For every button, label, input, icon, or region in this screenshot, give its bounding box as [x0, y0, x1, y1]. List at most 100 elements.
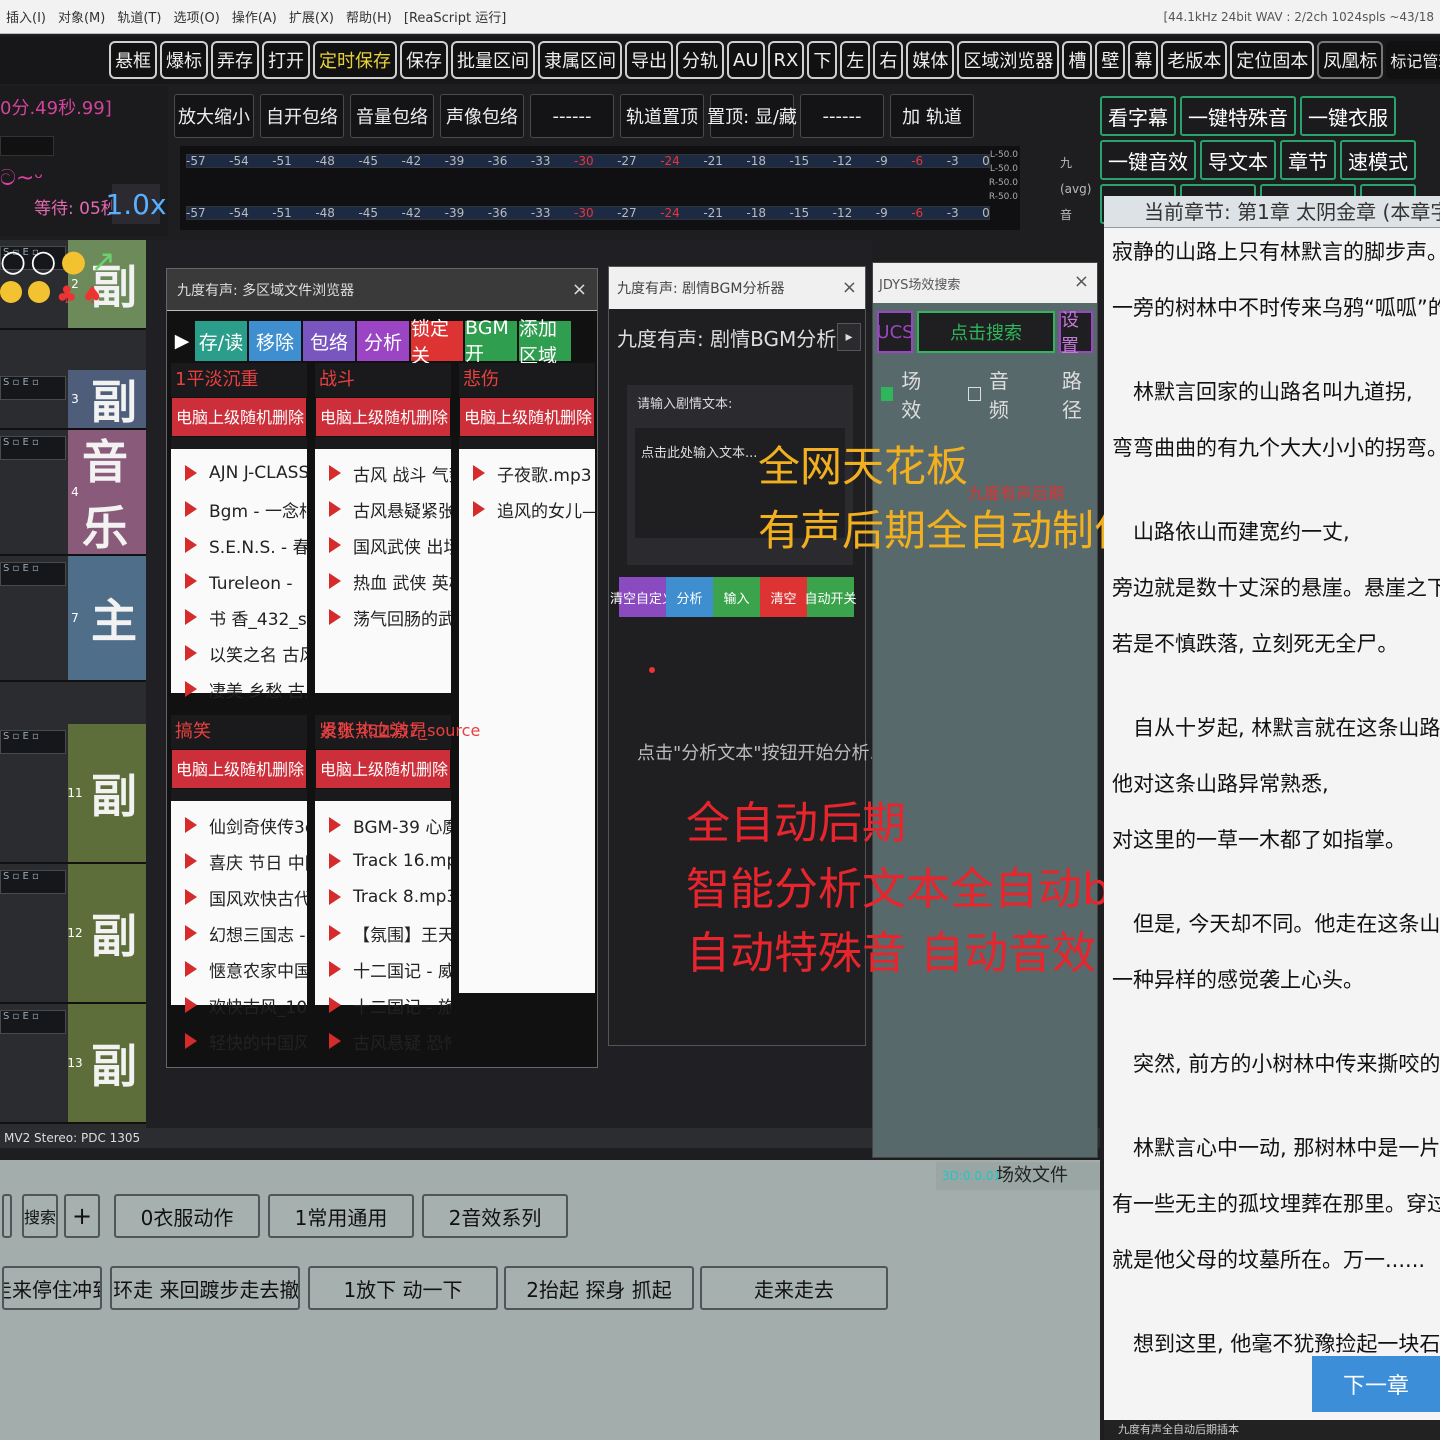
play-icon[interactable]	[329, 925, 341, 941]
sfx-category[interactable]: 0衣服动作	[114, 1194, 260, 1238]
track-controls[interactable]: S ▫ E ▫	[0, 436, 66, 460]
add-button[interactable]: +	[64, 1194, 100, 1238]
file-row[interactable]: 喜庆 节日 中国	[171, 843, 307, 879]
play-icon[interactable]	[185, 501, 197, 517]
column-subheader[interactable]: 电脑上级随机删除	[171, 397, 307, 437]
secondary-button[interactable]: 放大缩小	[174, 94, 254, 138]
sfx-action[interactable]: 1循环走 来回踱步走去撤c...	[110, 1266, 300, 1310]
secondary-button[interactable]: 音量包络	[350, 94, 434, 138]
sfx-action[interactable]: 2抬起 探身 抓起	[504, 1266, 694, 1310]
file-row[interactable]: 古风悬疑 恐怖	[315, 1023, 451, 1059]
play-icon[interactable]	[329, 997, 341, 1013]
settings-button[interactable]: 设置	[1059, 310, 1093, 357]
track[interactable]: S ▫ E ▫ 7 主	[0, 556, 146, 682]
close-icon[interactable]: ×	[572, 279, 587, 300]
file-row[interactable]: 国风武侠 出场	[315, 527, 451, 563]
play-icon[interactable]	[329, 465, 341, 481]
play-icon[interactable]	[329, 609, 341, 625]
track[interactable]: S ▫ E ▫ 4 音乐	[0, 430, 146, 556]
toolbar-button[interactable]: 凤凰标	[1317, 41, 1384, 79]
menu-item[interactable]: 扩展(X)	[289, 7, 334, 26]
search-button[interactable]: 点击搜索	[917, 311, 1055, 353]
play-icon[interactable]	[185, 1033, 197, 1049]
sfx-category[interactable]: 2音效系列	[422, 1194, 568, 1238]
track-controls[interactable]: S ▫ E ▫	[0, 562, 66, 586]
toolbar-button[interactable]: 批量区间	[451, 41, 535, 79]
column-subheader[interactable]: 电脑上级随机删除	[315, 397, 451, 437]
region-tab[interactable]: 包络	[303, 321, 355, 361]
file-row[interactable]: Tureleon - 【	[171, 563, 307, 599]
mushroom-icon[interactable]: ♣	[56, 281, 78, 309]
sfx-action[interactable]: 走来走去	[700, 1266, 888, 1310]
file-row[interactable]: 古风悬疑紧张的	[315, 491, 451, 527]
analyzer-button[interactable]: 分析	[666, 577, 713, 617]
close-icon[interactable]: ×	[1074, 271, 1089, 292]
file-row[interactable]: 凄美 乡愁 古风	[171, 671, 307, 707]
play-icon[interactable]	[329, 537, 341, 553]
menu-item[interactable]: 对象(M)	[58, 7, 105, 26]
analyzer-button[interactable]: 输入	[713, 577, 760, 617]
file-row[interactable]: 古风 战斗 气势	[315, 455, 451, 491]
track-controls[interactable]: S ▫ E ▫	[0, 1010, 66, 1034]
play-icon[interactable]	[185, 465, 197, 481]
analyzer-button[interactable]: 清空自定义	[610, 577, 675, 617]
toolbar-button[interactable]: 区域浏览器	[957, 41, 1060, 79]
file-row[interactable]: BGM-39 心魔.mp3	[315, 807, 451, 843]
circle-icon[interactable]: ○	[30, 244, 56, 279]
next-chapter-button[interactable]: 下一章	[1312, 1356, 1440, 1412]
pill-icon[interactable]: ●	[60, 244, 86, 279]
file-row[interactable]: AJN J-CLASSIC	[171, 455, 307, 491]
secondary-button[interactable]: ------	[530, 94, 614, 138]
toolbar-button[interactable]: AU	[727, 41, 765, 79]
play-icon[interactable]	[185, 573, 197, 589]
file-row[interactable]: Track 16.mp3	[315, 843, 451, 879]
checkbox-checked[interactable]	[881, 387, 894, 401]
region-tab[interactable]: 移除	[249, 321, 301, 361]
play-icon[interactable]	[185, 609, 197, 625]
toolbar-button[interactable]: 爆标	[160, 41, 208, 79]
toolbar-button[interactable]: 槽	[1062, 41, 1093, 79]
region-tab[interactable]: 存/读	[195, 321, 247, 361]
menu-item[interactable]: [ReaScript 运行]	[404, 7, 506, 26]
toolbar-button[interactable]: 媒体	[906, 41, 955, 79]
secondary-button[interactable]: 加 轨道	[890, 94, 974, 138]
file-row[interactable]: 仙剑奇侠传3os	[171, 807, 307, 843]
menu-item[interactable]: 插入(I)	[6, 7, 46, 26]
toolbar-button[interactable]: 分轨	[676, 41, 724, 79]
track-controls[interactable]: S ▫ E ▫	[0, 730, 66, 754]
left-handle[interactable]	[2, 1194, 12, 1238]
region-tab[interactable]: 添加区域	[519, 318, 571, 367]
file-row[interactable]: 十二国记 - 旅路	[315, 987, 451, 1023]
menu-item[interactable]: 轨道(T)	[117, 7, 161, 26]
checkbox[interactable]	[968, 387, 981, 401]
region-tab[interactable]: BGM开	[465, 317, 517, 365]
right-toolbar-button[interactable]: 速模式	[1340, 140, 1416, 180]
right-toolbar-button[interactable]: 一键特殊音	[1180, 96, 1296, 136]
face-icon[interactable]	[28, 281, 50, 303]
column-subheader[interactable]: 电脑上级随机删除	[171, 749, 307, 789]
menu-item[interactable]: 操作(A)	[232, 7, 277, 26]
play-icon[interactable]	[473, 501, 485, 517]
file-row[interactable]: 欢快古风_106	[171, 987, 307, 1023]
toolbar-button[interactable]: 标记管理	[1386, 41, 1440, 79]
region-tab[interactable]: 分析	[357, 321, 409, 361]
toolbar-button[interactable]: 下	[807, 41, 838, 79]
ucs-button[interactable]: UCS	[876, 311, 914, 353]
file-row[interactable]: 热血 武侠 英雄	[315, 563, 451, 599]
toolbar-button[interactable]: 导出	[625, 41, 673, 79]
right-toolbar-button[interactable]: 一键音效	[1100, 140, 1196, 180]
right-toolbar-button[interactable]: 看字幕	[1100, 96, 1176, 136]
face-icon[interactable]	[0, 281, 22, 303]
menu-item[interactable]: 帮助(H)	[346, 7, 392, 26]
chart-icon[interactable]: ↗	[91, 244, 116, 279]
play-icon[interactable]	[329, 889, 341, 905]
file-row[interactable]: 十二国记 - 威	[315, 951, 451, 987]
right-toolbar-button[interactable]: 导文本	[1200, 140, 1276, 180]
file-row[interactable]: Track 8.mp3	[315, 879, 451, 915]
play-icon[interactable]	[329, 961, 341, 977]
secondary-button[interactable]: 自开包络	[260, 94, 344, 138]
toolbar-button[interactable]: 右	[873, 41, 904, 79]
secondary-button[interactable]: 置顶: 显/藏	[707, 94, 797, 138]
file-row[interactable]: S.E.N.S. - 春	[171, 527, 307, 563]
toolbar-button[interactable]: 定位固本	[1230, 41, 1315, 79]
